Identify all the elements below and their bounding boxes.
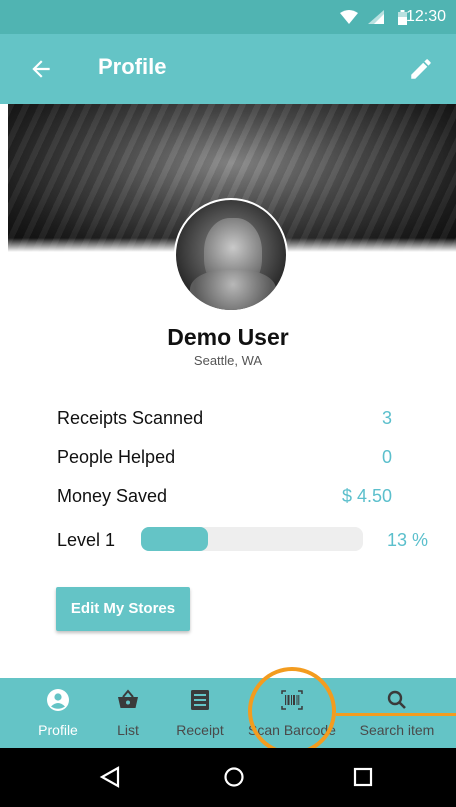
level-label: Level 1 (57, 530, 116, 550)
wifi-icon (340, 10, 358, 24)
recents-square-icon[interactable] (351, 765, 375, 789)
page-title: Profile (98, 54, 167, 79)
status-time: 12:30 (405, 8, 446, 25)
stat-label-receipts: Receipts Scanned (57, 408, 204, 428)
system-nav-bar (0, 748, 456, 807)
home-circle-icon[interactable] (222, 765, 246, 789)
stat-value-people: 0 (381, 447, 392, 467)
level-progress-fill (141, 527, 208, 551)
nav-label-receipt: Receipt (176, 722, 224, 738)
nav-label-profile: Profile (38, 722, 78, 738)
back-triangle-icon[interactable] (98, 765, 122, 789)
profile-location: Seattle, WA (193, 353, 263, 368)
account-circle-icon (47, 689, 69, 711)
status-bar: 12:30 (0, 0, 456, 34)
basket-icon (118, 689, 138, 708)
nav-item-profile[interactable]: Profile (30, 678, 86, 748)
highlight-circle (248, 667, 336, 755)
nav-label-list: List (117, 722, 139, 738)
signal-icon (368, 10, 384, 24)
edit-my-stores-button[interactable]: Edit My Stores (56, 587, 190, 631)
stat-label-people: People Helped (57, 447, 176, 467)
stat-value-receipts: 3 (381, 408, 392, 428)
receipt-icon (191, 690, 209, 710)
nav-item-receipt[interactable]: Receipt (170, 678, 230, 748)
nav-label-search-item: Search item (359, 722, 435, 738)
level-percent: 13 % (386, 530, 428, 550)
back-arrow-icon[interactable] (28, 56, 54, 82)
avatar (174, 198, 288, 312)
stat-value-money: $ 4.50 (341, 486, 392, 506)
nav-item-list[interactable]: List (104, 678, 152, 748)
edit-pencil-icon[interactable] (408, 56, 434, 82)
level-progress-bar (141, 527, 363, 551)
highlight-pointer-line (336, 713, 456, 716)
app-bar: Profile (0, 34, 456, 104)
search-icon (387, 690, 406, 709)
profile-name: Demo User (167, 324, 289, 350)
stat-label-money: Money Saved (57, 486, 168, 506)
